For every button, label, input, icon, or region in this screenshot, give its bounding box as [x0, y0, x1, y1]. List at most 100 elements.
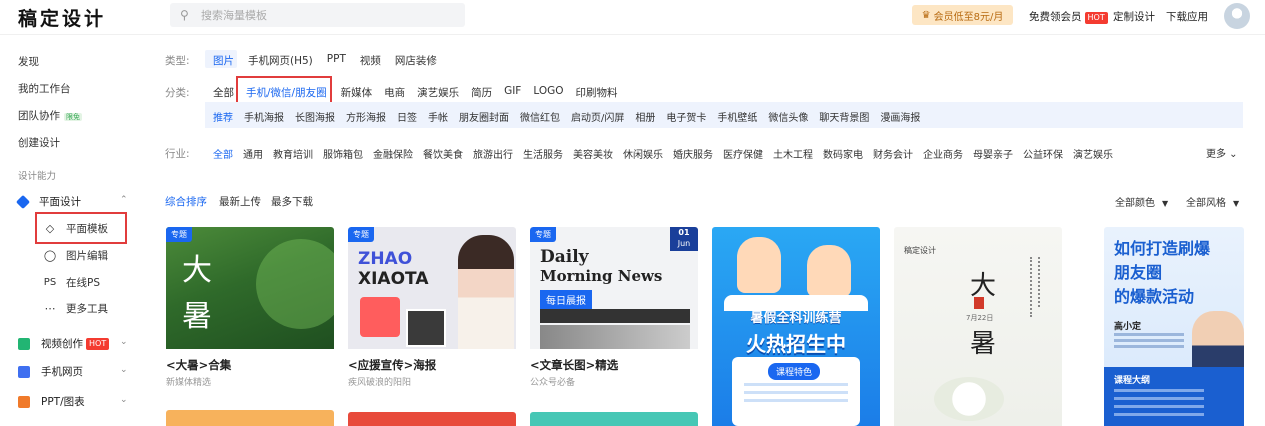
- subcategory-option[interactable]: 漫画海报: [880, 109, 920, 124]
- sidebar-group-graphic[interactable]: 平面设计: [15, 194, 81, 209]
- subcategory-option[interactable]: 推荐: [213, 109, 233, 124]
- chevron-down-icon[interactable]: ⌄: [120, 365, 128, 375]
- h5-icon: [18, 365, 30, 378]
- chevron-up-icon[interactable]: ⌃: [120, 195, 128, 205]
- ps-icon: PS: [43, 277, 57, 288]
- vertical-text-lines: [1030, 257, 1034, 317]
- template-card[interactable]: ZHAO XIAOTA 专题 <应援宣传>海报 疾风破浪的阳阳: [348, 227, 516, 388]
- chevron-down-icon[interactable]: ⌄: [120, 395, 128, 405]
- more-industries-button[interactable]: 更多 ⌄: [1206, 145, 1238, 160]
- subcategory-option[interactable]: 手帐: [428, 109, 448, 124]
- sidebar-sub-more[interactable]: ⋯ 更多工具: [42, 301, 109, 316]
- industry-option[interactable]: 餐饮美食: [423, 146, 463, 161]
- industry-option[interactable]: 土木工程: [773, 146, 813, 161]
- sidebar-item-team[interactable]: 团队协作 限免: [18, 108, 82, 123]
- site-logo[interactable]: 稿定设计: [18, 4, 106, 31]
- type-option[interactable]: 网店装修: [395, 53, 437, 68]
- person-figure: [458, 235, 514, 349]
- category-option[interactable]: 演艺娱乐: [417, 85, 459, 100]
- industry-option[interactable]: 公益环保: [1023, 146, 1063, 161]
- industry-option[interactable]: 母婴亲子: [973, 146, 1013, 161]
- category-option[interactable]: 新媒体: [341, 85, 373, 100]
- category-option[interactable]: GIF: [504, 85, 521, 100]
- card-headline: Morning News: [540, 267, 663, 285]
- industry-option[interactable]: 美容美妆: [573, 146, 613, 161]
- industry-option[interactable]: 金融保险: [373, 146, 413, 161]
- subcategory-option[interactable]: 方形海报: [346, 109, 386, 124]
- subcategory-option[interactable]: 微信红包: [520, 109, 560, 124]
- sidebar-group-video[interactable]: 视频创作 HOT: [18, 336, 110, 351]
- template-card-partial[interactable]: [530, 412, 698, 426]
- type-option[interactable]: 视频: [360, 53, 381, 68]
- subcategory-option[interactable]: 聊天背景图: [819, 109, 869, 124]
- subcategory-option[interactable]: 手机壁纸: [717, 109, 757, 124]
- type-option[interactable]: PPT: [327, 53, 346, 68]
- industry-option[interactable]: 通用: [243, 146, 263, 161]
- sidebar-group-h5[interactable]: 手机网页: [18, 364, 83, 379]
- sidebar-item-discover[interactable]: 发现: [18, 54, 39, 69]
- category-option[interactable]: 印刷物料: [576, 85, 618, 100]
- category-option[interactable]: 全部: [213, 85, 234, 100]
- download-app-link[interactable]: 下载应用: [1166, 9, 1208, 24]
- category-option[interactable]: LOGO: [533, 85, 563, 100]
- card-big-char: 大: [182, 253, 212, 288]
- industry-option[interactable]: 数码家电: [823, 146, 863, 161]
- subcategory-option[interactable]: 朋友圈封面: [459, 109, 509, 124]
- sidebar-item-create[interactable]: 创建设计: [18, 135, 60, 150]
- type-option[interactable]: 手机网页(H5): [248, 53, 313, 68]
- chevron-down-icon[interactable]: ⌄: [120, 337, 128, 347]
- industry-option[interactable]: 生活服务: [523, 146, 563, 161]
- industry-option[interactable]: 演艺娱乐: [1073, 146, 1113, 161]
- ppt-icon: [18, 395, 30, 408]
- custom-design-link[interactable]: 定制设计: [1113, 9, 1155, 24]
- color-filter-dropdown[interactable]: 全部颜色 ▼: [1115, 194, 1168, 209]
- card-headline: 暑假全科训练营: [750, 311, 842, 326]
- subcategory-option[interactable]: 电子贺卡: [666, 109, 706, 124]
- template-card[interactable]: 大 暑 专题 <大暑>合集 新媒体精选: [166, 227, 334, 388]
- sidebar-sub-edit[interactable]: ◯ 图片编辑: [42, 248, 108, 263]
- type-label: 类型:: [165, 55, 190, 67]
- type-option[interactable]: 图片: [213, 53, 234, 68]
- subcategory-option[interactable]: 长图海报: [295, 109, 335, 124]
- sidebar-item-workspace[interactable]: 我的工作台: [18, 81, 71, 96]
- template-card[interactable]: 稿定设计 大 暑 7月22日: [894, 227, 1062, 426]
- card-big-char: 暑: [970, 329, 997, 359]
- search-bar[interactable]: ⚲ 搜索海量模板: [170, 3, 465, 27]
- subcategory-option[interactable]: 日签: [397, 109, 417, 124]
- free-vip-link[interactable]: 免费领会员 HOT: [1029, 9, 1108, 24]
- card-thumbnail: ZHAO XIAOTA 专题: [348, 227, 516, 349]
- topic-tag: 专题: [348, 227, 374, 242]
- industry-option[interactable]: 财务会计: [873, 146, 913, 161]
- template-card-partial[interactable]: [348, 412, 516, 426]
- subcategory-option[interactable]: 启动页/闪屏: [571, 109, 624, 124]
- sidebar-sub-ps[interactable]: PS 在线PS: [42, 275, 100, 290]
- user-avatar[interactable]: [1224, 3, 1250, 29]
- card-headline: 如何打造刷爆: [1114, 239, 1211, 258]
- template-card[interactable]: 如何打造刷爆 朋友圈 的爆款活动 高小定 课程大纲: [1104, 227, 1244, 426]
- category-option[interactable]: 简历: [471, 85, 492, 100]
- sidebar-group-ppt[interactable]: PPT/图表: [18, 394, 85, 409]
- subcategory-option[interactable]: 手机海报: [244, 109, 284, 124]
- industry-option[interactable]: 休闲娱乐: [623, 146, 663, 161]
- industry-option[interactable]: 企业商务: [923, 146, 963, 161]
- subcategory-option[interactable]: 相册: [635, 109, 655, 124]
- template-card[interactable]: Daily Morning News 每日晨报 01 Jun 专题 <文章长图>…: [530, 227, 698, 388]
- industry-option[interactable]: 全部: [213, 146, 233, 161]
- industry-option[interactable]: 医疗保健: [723, 146, 763, 161]
- industry-option[interactable]: 婚庆服务: [673, 146, 713, 161]
- template-card-partial[interactable]: [166, 410, 334, 426]
- sort-comprehensive[interactable]: 综合排序: [165, 194, 207, 209]
- card-date: 7月22日: [966, 314, 994, 322]
- text-strip: [540, 309, 690, 323]
- category-option[interactable]: 电商: [384, 85, 405, 100]
- card-thumbnail: Daily Morning News 每日晨报 01 Jun 专题: [530, 227, 698, 349]
- sort-downloads[interactable]: 最多下载: [271, 194, 313, 209]
- subcategory-option[interactable]: 微信头像: [768, 109, 808, 124]
- vip-promo-button[interactable]: ♛ 会员低至8元/月: [912, 5, 1013, 25]
- sort-latest[interactable]: 最新上传: [219, 194, 261, 209]
- style-filter-dropdown[interactable]: 全部风格 ▼: [1186, 194, 1239, 209]
- industry-option[interactable]: 服饰箱包: [323, 146, 363, 161]
- industry-option[interactable]: 旅游出行: [473, 146, 513, 161]
- template-card[interactable]: 暑假全科训练营 火热招生中 课程特色: [712, 227, 880, 426]
- industry-option[interactable]: 教育培训: [273, 146, 313, 161]
